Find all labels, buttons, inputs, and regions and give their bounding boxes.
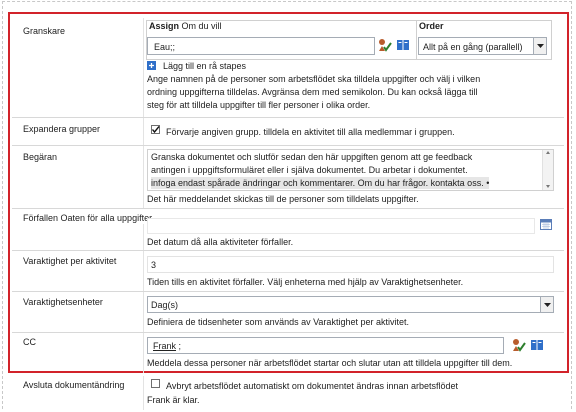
check-names-icon[interactable]: [512, 338, 526, 354]
cc-value: Frank ;: [153, 341, 182, 351]
granskare-help-3: steg för att tilldela uppgifter till fle…: [147, 100, 371, 110]
cc-resolved-name: Frank: [153, 341, 177, 351]
duration-units-select[interactable]: Dag(s): [147, 296, 554, 313]
granskare-label: Granskare: [23, 26, 66, 36]
order-value: Allt på en gång (parallell): [423, 42, 523, 52]
order-header: Order: [419, 21, 444, 31]
dropdown-arrow-icon[interactable]: [533, 38, 546, 54]
column-divider: [143, 146, 144, 208]
expandera-label: Expandera grupper: [23, 124, 101, 134]
row-divider: [12, 291, 564, 292]
duration-value: 3: [151, 260, 157, 270]
dropdown-arrow-icon[interactable]: [540, 297, 553, 312]
column-divider: [143, 333, 144, 373]
request-help: Det här meddelandet skickas till de pers…: [147, 194, 419, 204]
duration-input[interactable]: 3: [147, 256, 554, 273]
duration-help: Tiden tills en aktivitet förfaller. Välj…: [147, 277, 464, 287]
row-divider: [12, 117, 564, 118]
calendar-icon[interactable]: [540, 218, 552, 232]
address-book-icon[interactable]: [396, 38, 410, 54]
begaran-label: Begäran: [23, 152, 58, 162]
due-date-input[interactable]: [147, 218, 535, 234]
varaktighet-label: Varaktighet per aktivitet: [23, 256, 117, 266]
assign-header: Assign Om du vill: [149, 21, 222, 31]
forfallen-label: Förfallen Oaten för alla uppgifter: [23, 213, 153, 223]
cancel-on-change-checkbox[interactable]: [151, 379, 160, 388]
due-date-help: Det datum då alla aktiviteter förfaller.: [147, 237, 294, 247]
granskare-help-1: Ange namnen på de personer som arbetsflö…: [147, 74, 481, 84]
request-line-1: Granska dokumentet och slutför sedan den…: [151, 152, 473, 162]
assign-input[interactable]: Eau;;: [147, 37, 375, 55]
cancel-on-change-text: Avbryt arbetsflödet automatiskt om dokum…: [166, 381, 458, 391]
assign-value: Eau;;: [154, 42, 176, 52]
request-textarea[interactable]: Granska dokumentet och slutför sedan den…: [147, 149, 554, 191]
cc-help: Meddela dessa personer när arbetsflödet …: [147, 358, 513, 368]
column-divider: [143, 251, 144, 291]
row-divider: [12, 208, 564, 209]
column-divider: [143, 376, 144, 410]
enheter-label: Varaktighetsenheter: [23, 297, 103, 307]
duration-units-value: Dag(s): [151, 300, 179, 310]
request-scrollbar[interactable]: [542, 150, 553, 190]
row-divider: [12, 332, 564, 333]
column-divider: [143, 224, 144, 250]
cc-input[interactable]: Frank ;: [147, 337, 504, 354]
column-divider: [143, 292, 144, 332]
column-divider: [143, 18, 144, 118]
add-stage-icon[interactable]: [147, 61, 156, 72]
request-line-2: antingen i uppgiftsformuläret eller i sj…: [151, 165, 468, 175]
avsluta-help: Frank är klar.: [147, 395, 200, 405]
add-stage-link[interactable]: Lägg till en rå stapes: [163, 60, 246, 72]
expand-groups-checkbox[interactable]: [151, 125, 160, 134]
row-divider: [12, 145, 564, 146]
duration-units-help: Definiera de tidsenheter som används av …: [147, 317, 409, 327]
avsluta-label: Avsluta dokumentändring: [23, 380, 125, 390]
row-divider: [12, 250, 564, 251]
order-select[interactable]: Allt på en gång (parallell): [418, 37, 547, 55]
expand-groups-text: Förvarje angiven grupp. tilldela en akti…: [166, 127, 455, 137]
cc-label: CC: [23, 337, 36, 347]
request-line-3: infoga endast spårade ändringar och komm…: [151, 177, 490, 189]
address-book-icon[interactable]: [530, 338, 544, 354]
check-names-icon[interactable]: [378, 38, 392, 54]
granskare-help-2: ordning uppgifterna tilldelas. Avgränsa …: [147, 87, 478, 97]
column-divider: [143, 118, 144, 145]
